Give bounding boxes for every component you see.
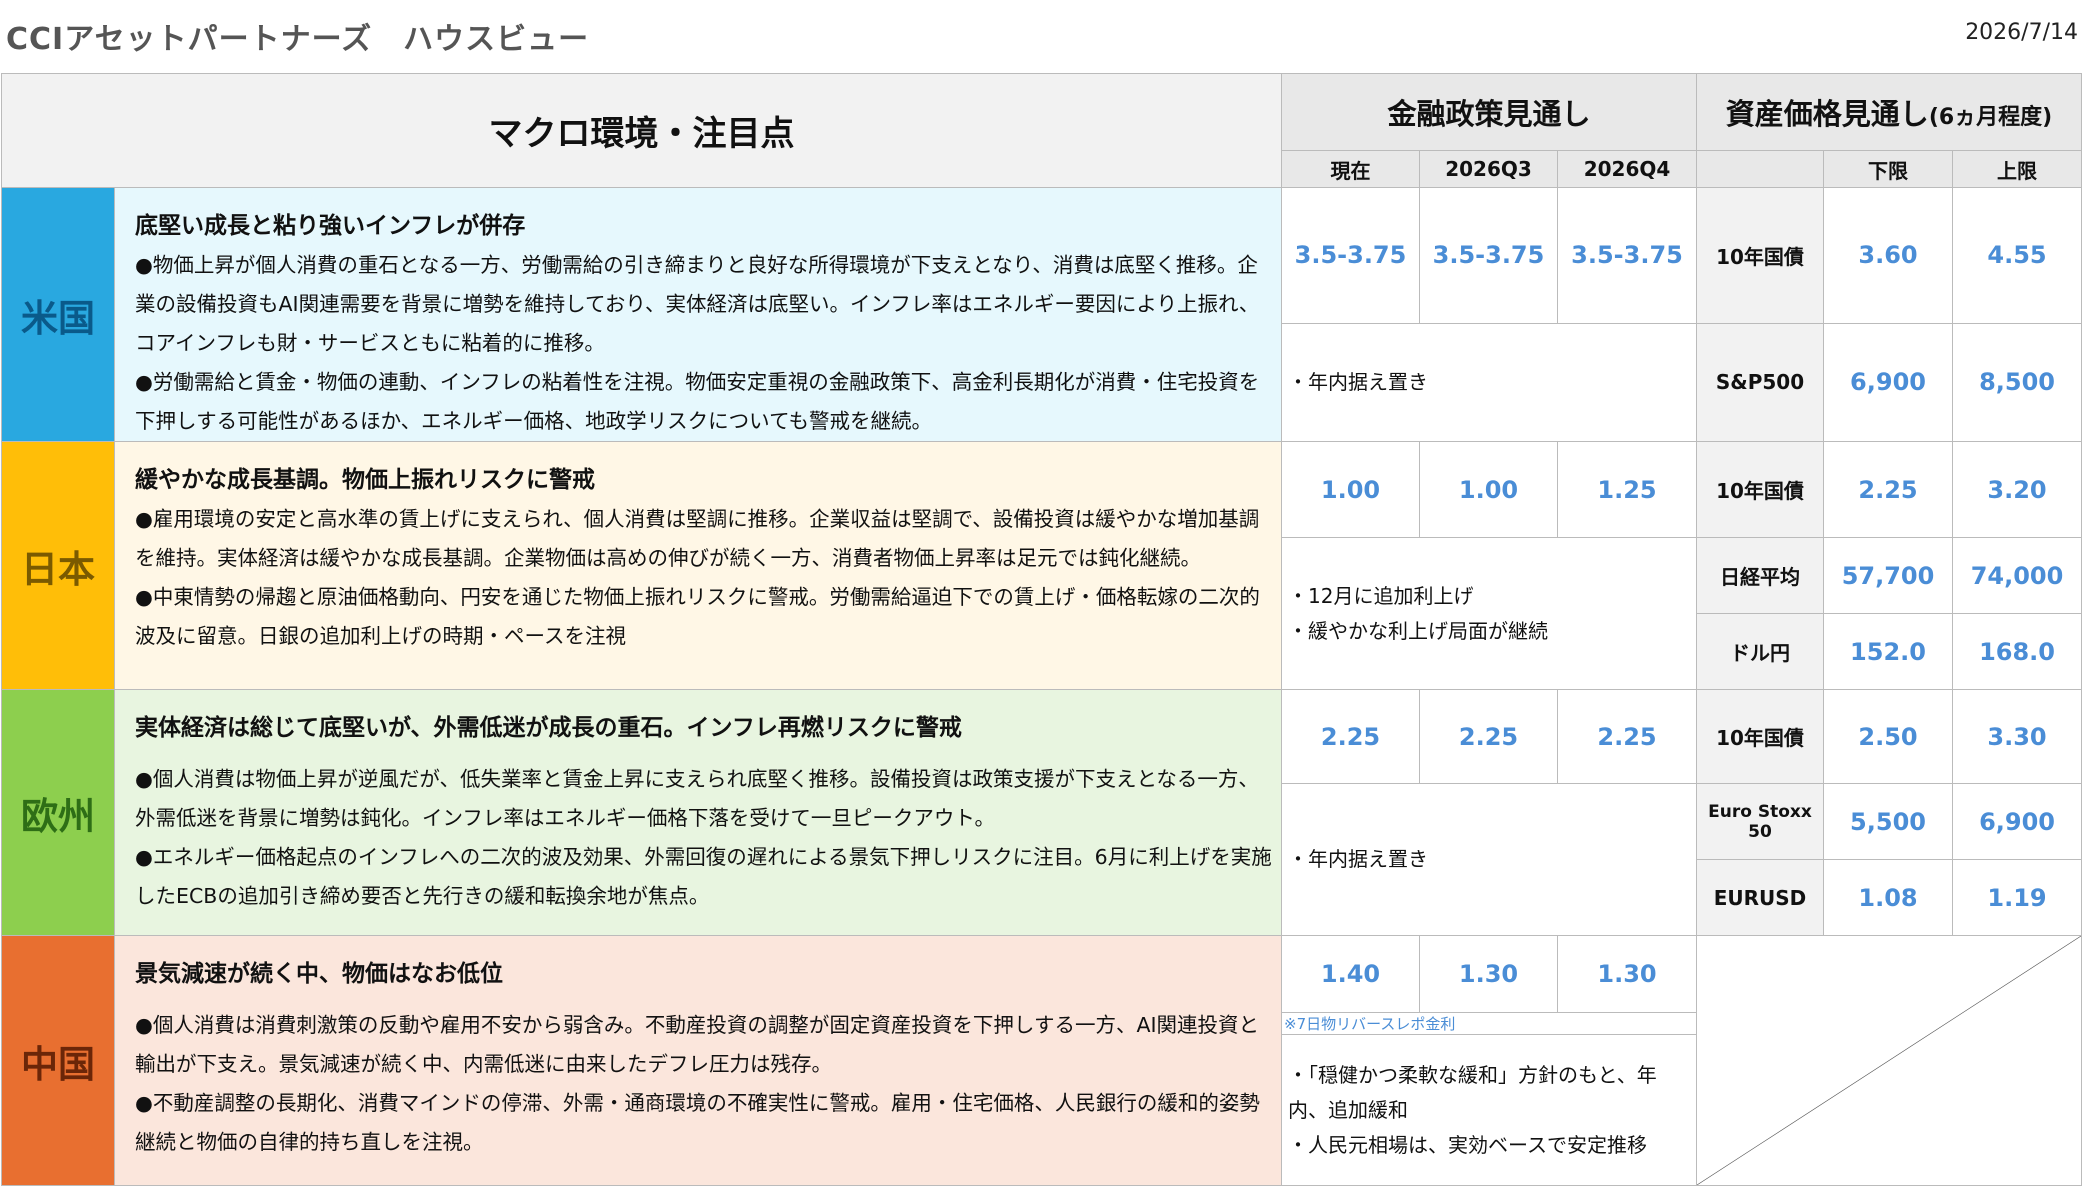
asset-col-label [1696, 150, 1825, 188]
policy-note-cn: ・「穏健かつ柔軟な緩和」方針のもと、年内、追加緩和 ・人民元相場は、実効ベースで… [1280, 1034, 1698, 1186]
policy-header: 金融政策見通し [1280, 73, 1698, 151]
rate-q4: 1.30 [1556, 935, 1698, 1013]
rate-current: 1.40 [1281, 935, 1420, 1013]
asset-label: 日経平均 [1696, 537, 1825, 614]
asset-col-high: 上限 [1952, 150, 2082, 188]
rate-note: ※7日物リバースレポ金利 [1280, 1012, 1698, 1035]
asset-label: S&P500 [1696, 322, 1825, 443]
asset-low: 6,900 [1823, 322, 1954, 443]
asset-high: 3.30 [1952, 689, 2082, 784]
rate-q3: 2.25 [1419, 689, 1558, 784]
macro-headline: 底堅い成長と粘り強いインフレが併存 [135, 213, 526, 239]
policy-note-jp: ・12月に追加利上げ ・緩やかな利上げ局面が継続 [1280, 537, 1698, 690]
asset-low: 152.0 [1823, 613, 1954, 690]
asset-label: 10年国債 [1696, 187, 1825, 324]
page-title: CCIアセットパートナーズ ハウスビュー [6, 22, 590, 57]
region-jp: 日本 [1, 441, 115, 690]
asset-label: Euro Stoxx 50 [1696, 783, 1825, 860]
asset-low: 57,700 [1823, 537, 1954, 614]
policy-col-q4: 2026Q4 [1556, 150, 1698, 188]
policy-col-current: 現在 [1281, 150, 1420, 188]
asset-low: 2.50 [1823, 689, 1954, 784]
macro-headline: 実体経済は総じて底堅いが、外需低迷が成長の重石。インフレ再燃リスクに警戒 [135, 715, 962, 741]
policy-note-eu: ・年内据え置き [1280, 783, 1698, 936]
macro-headline: 緩やかな成長基調。物価上振れリスクに警戒 [135, 467, 595, 493]
asset-label: 10年国債 [1696, 441, 1825, 538]
asset-header-sub: (6ヵ月程度) [1928, 105, 2053, 130]
asset-header-main: 資産価格見通し [1725, 97, 1929, 131]
asset-low: 2.25 [1823, 441, 1954, 538]
region-us: 米国 [1, 187, 115, 442]
asset-high: 74,000 [1952, 537, 2082, 614]
macro-paragraph: ●雇用環境の安定と高水準の賃上げに支えられ、個人消費は堅調に推移。企業収益は堅調… [135, 507, 1260, 570]
rate-q4: 2.25 [1556, 689, 1698, 784]
rate-current: 1.00 [1281, 441, 1420, 538]
macro-paragraph: ●労働需給と賃金・物価の連動、インフレの粘着性を注視。物価安定重視の金融政策下、… [135, 370, 1260, 433]
asset-label: EURUSD [1696, 859, 1825, 936]
house-view-table: マクロ環境・注目点 金融政策見通し 資産価格見通し(6ヵ月程度) 現在 2026… [1, 73, 2082, 1186]
macro-eu: 実体経済は総じて底堅いが、外需低迷が成長の重石。インフレ再燃リスクに警戒 ●個人… [114, 689, 1282, 936]
rate-current: 2.25 [1281, 689, 1420, 784]
macro-us: 底堅い成長と粘り強いインフレが併存 ●物価上昇が個人消費の重石となる一方、労働需… [114, 187, 1282, 442]
asset-high: 8,500 [1952, 322, 2082, 443]
asset-label: 10年国債 [1696, 689, 1825, 784]
asset-high: 6,900 [1952, 783, 2082, 860]
report-date: 2026/7/14 [1965, 20, 2078, 45]
macro-header: マクロ環境・注目点 [1, 73, 1282, 188]
macro-paragraph: ●エネルギー価格起点のインフレへの二次的波及効果、外需回復の遅れによる景気下押し… [135, 845, 1272, 908]
policy-note-line: ・12月に追加利上げ [1288, 583, 1474, 608]
macro-paragraph: ●個人消費は物価上昇が逆風だが、低失業率と賃金上昇に支えられ底堅く推移。設備投資… [135, 767, 1259, 830]
asset-col-low: 下限 [1823, 150, 1954, 188]
asset-high: 168.0 [1952, 613, 2082, 690]
policy-note-line: ・年内据え置き [1288, 369, 1428, 394]
asset-high: 3.20 [1952, 441, 2082, 538]
asset-low: 5,500 [1823, 783, 1954, 860]
policy-note-line: ・「穏健かつ柔軟な緩和」方針のもと、年内、追加緩和 [1288, 1062, 1657, 1122]
macro-paragraph: ●不動産調整の長期化、消費マインドの停滞、外需・通商環境の不確実性に警戒。雇用・… [135, 1091, 1260, 1154]
asset-empty-cell [1696, 935, 2082, 1186]
asset-header: 資産価格見通し(6ヵ月程度) [1696, 73, 2082, 151]
asset-label: ドル円 [1696, 613, 1825, 690]
rate-q4: 3.5-3.75 [1556, 187, 1698, 324]
macro-paragraph: ●個人消費は消費刺激策の反動や雇用不安から弱含み。不動産投資の調整が固定資産投資… [135, 1013, 1260, 1076]
macro-paragraph: ●中東情勢の帰趨と原油価格動向、円安を通じた物価上振れリスクに警戒。労働需給逼迫… [135, 585, 1260, 648]
rate-current: 3.5-3.75 [1281, 187, 1420, 324]
asset-low: 3.60 [1823, 187, 1954, 324]
region-eu: 欧州 [1, 689, 115, 936]
rate-q3: 1.30 [1419, 935, 1558, 1013]
macro-cn: 景気減速が続く中、物価はなお低位 ●個人消費は消費刺激策の反動や雇用不安から弱含… [114, 935, 1282, 1186]
macro-paragraph: ●物価上昇が個人消費の重石となる一方、労働需給の引き締まりと良好な所得環境が下支… [135, 253, 1260, 355]
policy-col-q3: 2026Q3 [1419, 150, 1558, 188]
asset-high: 1.19 [1952, 859, 2082, 936]
policy-note-us: ・年内据え置き [1280, 322, 1698, 443]
asset-high: 4.55 [1952, 187, 2082, 324]
region-cn: 中国 [1, 935, 115, 1186]
policy-note-line: ・緩やかな利上げ局面が継続 [1288, 618, 1548, 643]
asset-low: 1.08 [1823, 859, 1954, 936]
macro-jp: 緩やかな成長基調。物価上振れリスクに警戒 ●雇用環境の安定と高水準の賃上げに支え… [114, 441, 1282, 690]
macro-headline: 景気減速が続く中、物価はなお低位 [135, 961, 503, 987]
rate-q3: 3.5-3.75 [1419, 187, 1558, 324]
rate-q3: 1.00 [1419, 441, 1558, 538]
policy-note-line: ・人民元相場は、実効ベースで安定推移 [1288, 1132, 1647, 1157]
policy-note-line: ・年内据え置き [1288, 847, 1428, 871]
rate-q4: 1.25 [1556, 441, 1698, 538]
diagonal-line [1697, 936, 2081, 1185]
